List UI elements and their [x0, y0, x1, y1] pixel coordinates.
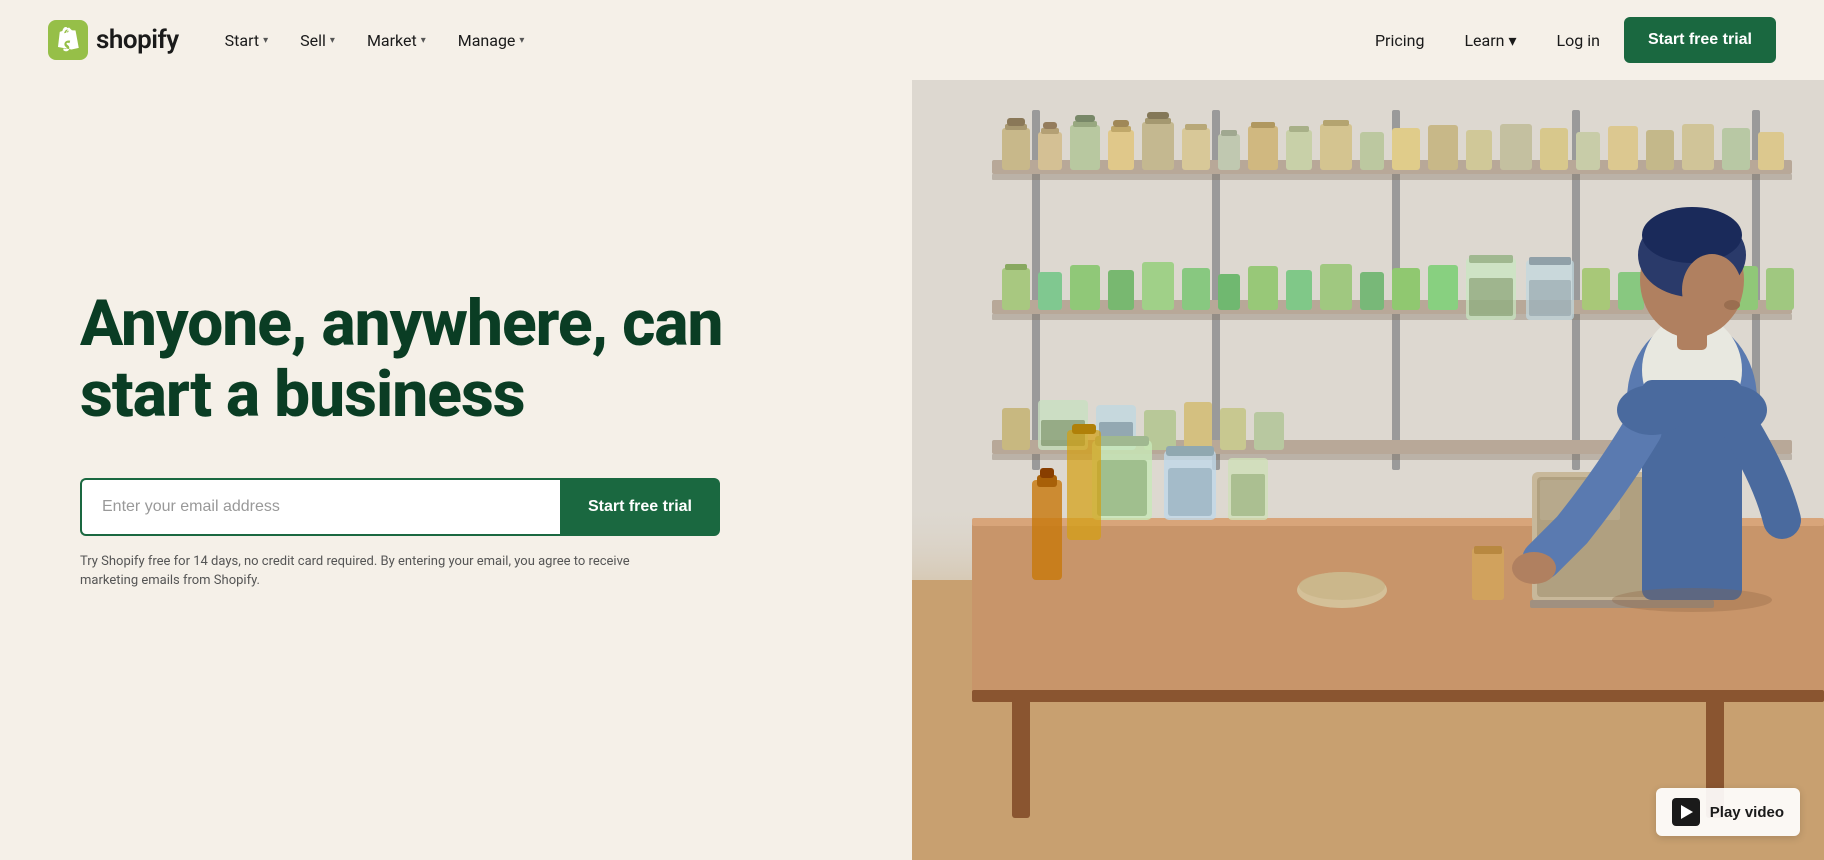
play-video-button[interactable]: Play video	[1656, 788, 1800, 836]
nav-label-market: Market	[367, 31, 417, 50]
chevron-down-icon: ▾	[1509, 31, 1517, 50]
nav-left: shopify Start ▾ Sell ▾ Market ▾ Manage ▾	[48, 20, 538, 60]
play-triangle-icon	[1681, 805, 1693, 819]
play-video-label: Play video	[1710, 804, 1784, 821]
nav-learn-link[interactable]: Learn ▾	[1448, 23, 1532, 58]
chevron-down-icon: ▾	[421, 35, 426, 46]
hero-image: Play video	[912, 80, 1824, 860]
hero-heading: Anyone, anywhere, can start a business	[80, 289, 832, 430]
hero-section: Anyone, anywhere, can start a business S…	[0, 80, 1824, 860]
shopify-logo-icon	[48, 20, 88, 60]
login-label: Log in	[1557, 31, 1600, 50]
nav-right: Pricing Learn ▾ Log in Start free trial	[1359, 17, 1776, 63]
navbar: shopify Start ▾ Sell ▾ Market ▾ Manage ▾…	[0, 0, 1824, 80]
hero-scene-svg	[912, 80, 1824, 860]
nav-label-manage: Manage	[458, 31, 516, 50]
play-icon	[1672, 798, 1700, 826]
hero-start-trial-button[interactable]: Start free trial	[560, 478, 720, 536]
nav-pricing-link[interactable]: Pricing	[1359, 23, 1441, 58]
email-input[interactable]	[80, 478, 560, 536]
chevron-down-icon: ▾	[330, 35, 335, 46]
chevron-down-icon: ▾	[519, 35, 524, 46]
logo[interactable]: shopify	[48, 20, 179, 60]
logo-text: shopify	[96, 25, 179, 55]
learn-label: Learn	[1464, 31, 1504, 50]
nav-login-link[interactable]: Log in	[1541, 23, 1616, 58]
nav-start-trial-button[interactable]: Start free trial	[1624, 17, 1776, 63]
nav-item-start[interactable]: Start ▾	[211, 23, 283, 58]
nav-label-start: Start	[225, 31, 259, 50]
hero-content: Anyone, anywhere, can start a business S…	[0, 80, 912, 860]
nav-item-manage[interactable]: Manage ▾	[444, 23, 539, 58]
email-form: Start free trial	[80, 478, 720, 536]
nav-item-market[interactable]: Market ▾	[353, 23, 440, 58]
pricing-label: Pricing	[1375, 31, 1425, 50]
chevron-down-icon: ▾	[263, 35, 268, 46]
nav-label-sell: Sell	[300, 31, 326, 50]
disclaimer-text: Try Shopify free for 14 days, no credit …	[80, 552, 680, 591]
nav-menu: Start ▾ Sell ▾ Market ▾ Manage ▾	[211, 23, 539, 58]
nav-item-sell[interactable]: Sell ▾	[286, 23, 349, 58]
